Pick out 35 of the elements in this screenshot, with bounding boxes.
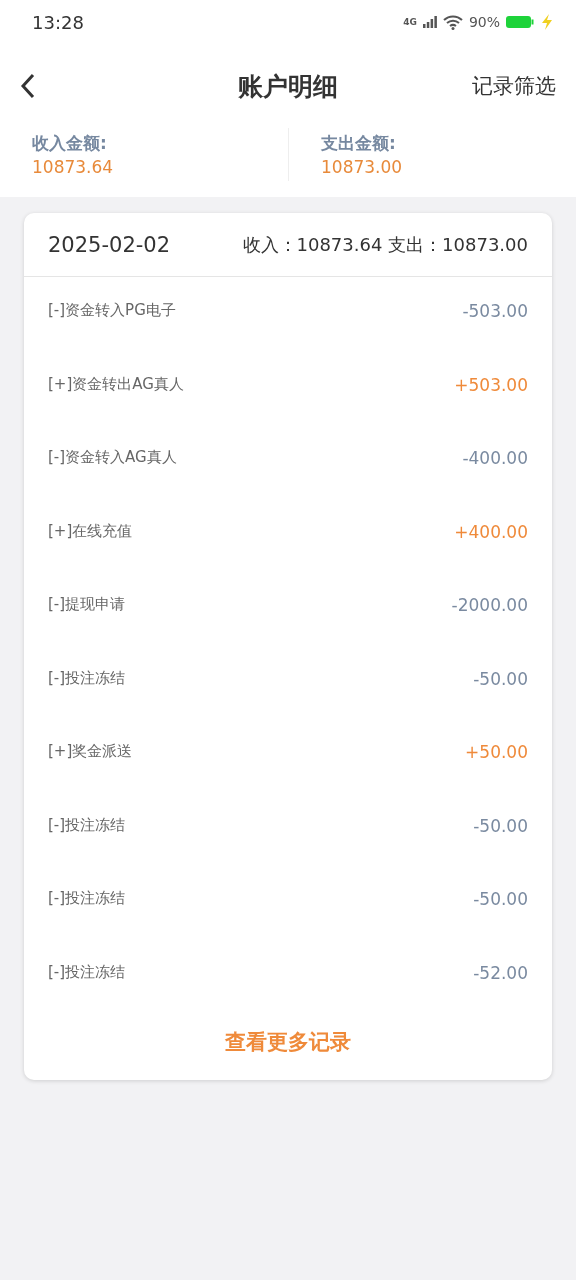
status-time: 13:28: [32, 11, 84, 33]
record-amount: +400.00: [454, 521, 528, 542]
battery-percent: 90%: [468, 14, 500, 30]
lightning-icon: [540, 14, 554, 30]
record-amount: -50.00: [473, 889, 528, 909]
signal-icon: [422, 16, 437, 28]
summary-amount: 10873.64: [32, 157, 115, 177]
summary-amount: 10873.00: [321, 157, 404, 177]
record-label: [+]资金转出AG真人: [48, 374, 184, 394]
record-amount: +503.00: [454, 374, 528, 395]
record-amount: -50.00: [473, 815, 528, 836]
record-date: 2025-02-02: [48, 232, 171, 257]
summary-label: 收入金额:: [32, 132, 108, 155]
record-amount: -503.00: [462, 301, 528, 321]
record-label: [-]投注冻结: [48, 815, 126, 835]
wifi-icon: [442, 14, 463, 30]
record-amount: -2000.00: [451, 595, 528, 615]
record-amount: -52.00: [473, 962, 528, 983]
record-label: [+]在线充值: [48, 521, 133, 541]
record-label: [+]奖金派送: [48, 742, 133, 761]
battery-icon: [506, 15, 534, 29]
record-amount: -50.00: [473, 668, 528, 689]
page-title: 账户明细: [238, 70, 338, 103]
record-amount: +50.00: [465, 742, 528, 762]
record-label: [-]提现申请: [48, 595, 126, 614]
record-label: [-]投注冻结: [48, 889, 126, 908]
network-type: 4G: [403, 17, 417, 27]
record-label: [-]投注冻结: [48, 962, 126, 982]
filter-button[interactable]: 记录筛选: [472, 72, 556, 100]
summary-label: 支出金额:: [321, 132, 397, 155]
record-label: [-]投注冻结: [48, 668, 126, 688]
day-totals: 收入：10873.64 支出：10873.00: [242, 232, 528, 257]
record-label: [-]资金转入AG真人: [48, 448, 177, 467]
record-label: [-]资金转入PG电子: [48, 301, 176, 320]
record-amount: -400.00: [462, 448, 528, 468]
